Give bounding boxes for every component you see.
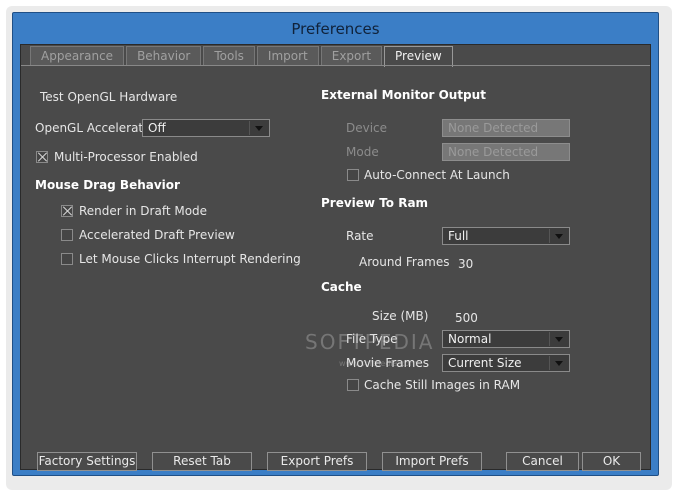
mode-field: None Detected (442, 143, 570, 161)
ok-button[interactable]: OK (582, 452, 641, 471)
preferences-panel: Appearance Behavior Tools Import Export … (20, 44, 651, 471)
factory-settings-button[interactable]: Factory Settings (37, 452, 137, 471)
size-value[interactable]: 500 (455, 311, 478, 325)
tab-preview[interactable]: Preview (384, 46, 453, 67)
opengl-accel-value: Off (148, 121, 166, 135)
mouse-drag-heading: Mouse Drag Behavior (35, 178, 180, 192)
export-prefs-button[interactable]: Export Prefs (267, 452, 367, 471)
tab-export[interactable]: Export (320, 46, 383, 65)
tab-import[interactable]: Import (256, 46, 319, 65)
cancel-button[interactable]: Cancel (506, 452, 579, 471)
device-field: None Detected (442, 119, 570, 137)
movie-frames-value: Current Size (448, 356, 522, 370)
watermark-logo: SOFTPEDIA (305, 330, 435, 354)
movie-frames-select[interactable]: Current Size (442, 354, 570, 372)
render-draft-checkbox[interactable] (61, 205, 73, 217)
around-frames-label: Around Frames (359, 255, 450, 269)
accel-draft-label: Accelerated Draft Preview (79, 228, 235, 242)
rate-select[interactable]: Full (442, 227, 570, 245)
render-draft-label: Render in Draft Mode (79, 204, 208, 218)
mouse-interrupt-label: Let Mouse Clicks Interrupt Rendering (79, 252, 301, 266)
chevron-down-icon (249, 121, 267, 135)
tab-divider (21, 65, 650, 66)
chevron-down-icon (549, 229, 567, 243)
chevron-down-icon (549, 356, 567, 370)
file-type-select[interactable]: Normal (442, 330, 570, 348)
device-value: None Detected (448, 121, 539, 135)
around-frames-value[interactable]: 30 (458, 257, 473, 271)
rate-value: Full (448, 229, 469, 243)
test-opengl-button[interactable]: Test OpenGL Hardware (40, 90, 177, 104)
rate-label: Rate (346, 229, 374, 243)
preferences-window: Preferences Appearance Behavior Tools Im… (12, 12, 659, 476)
accel-draft-checkbox[interactable] (61, 229, 73, 241)
chevron-down-icon (549, 332, 567, 346)
window-title: Preferences (291, 20, 380, 38)
file-type-value: Normal (448, 332, 492, 346)
multiprocessor-label: Multi-Processor Enabled (54, 150, 198, 164)
mode-label: Mode (346, 145, 379, 159)
tab-tools[interactable]: Tools (203, 46, 255, 65)
auto-connect-checkbox[interactable] (347, 169, 359, 181)
cache-still-checkbox[interactable] (347, 379, 359, 391)
mouse-interrupt-checkbox[interactable] (61, 253, 73, 265)
device-label: Device (346, 121, 388, 135)
preview-ram-heading: Preview To Ram (321, 196, 429, 210)
opengl-accel-select[interactable]: Off (142, 119, 270, 137)
mode-value: None Detected (448, 145, 539, 159)
tab-behavior[interactable]: Behavior (126, 46, 202, 65)
multiprocessor-checkbox[interactable] (36, 151, 48, 163)
tab-bar: Appearance Behavior Tools Import Export … (30, 46, 455, 67)
reset-tab-button[interactable]: Reset Tab (152, 452, 252, 471)
ext-monitor-heading: External Monitor Output (321, 88, 486, 102)
cache-still-label: Cache Still Images in RAM (364, 378, 521, 392)
size-label: Size (MB) (372, 309, 429, 323)
import-prefs-button[interactable]: Import Prefs (382, 452, 482, 471)
watermark-url: www.softpedia.com (339, 359, 418, 368)
cache-heading: Cache (321, 280, 362, 294)
auto-connect-label: Auto-Connect At Launch (364, 168, 510, 182)
tab-appearance[interactable]: Appearance (30, 46, 125, 65)
